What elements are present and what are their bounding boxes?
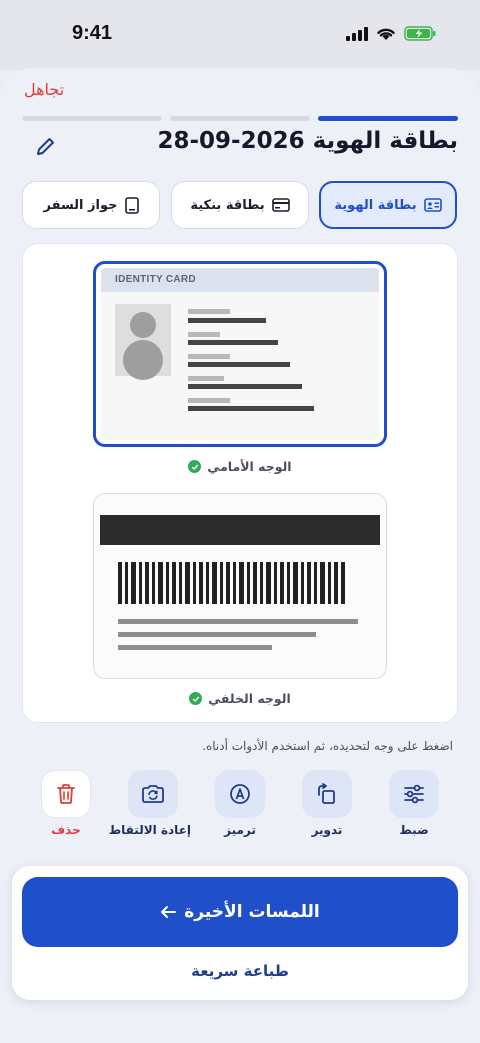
back-face-label: الوجه الخلفي [208,691,291,706]
progress-step-1 [318,116,458,121]
adjust-tool[interactable]: ضبط [376,770,450,840]
retake-button[interactable] [128,770,178,818]
rotate-icon [318,783,335,804]
tab-passport-label: جواز السفر [43,197,118,213]
delete-tool[interactable]: حذف [28,770,102,840]
barcode-graphic [118,562,345,604]
card-front-face[interactable]: IDENTITY CARD [93,261,387,447]
front-verified-check-icon [188,460,202,473]
markup-icon [230,784,250,804]
step-progress [22,116,458,121]
document-type-tabs: بطاقة الهوية بطاقة بنكية جواز السفر [22,181,458,229]
trash-icon [57,784,75,804]
delete-label: حذف [51,823,81,837]
rotate-label: تدوير [311,823,343,837]
magnetic-strip [100,515,380,545]
quick-print-button[interactable]: طباعة سريعة [0,962,480,980]
sliders-icon [404,784,424,804]
page-title: بطاقة الهوية 2026-09-28 [157,128,458,154]
adjust-label: ضبط [399,823,429,837]
back-face-caption: الوجه الخلفي [0,691,480,706]
back-verified-check-icon [189,692,203,705]
tab-bank-card-label: بطاقة بنكية [190,197,265,213]
arrow-left-icon [161,906,177,918]
edit-title-icon[interactable] [34,134,58,158]
retake-camera-icon [142,785,164,803]
dismiss-button[interactable]: تجاهل [24,80,64,99]
tab-passport[interactable]: جواز السفر [22,181,160,229]
instruction-hint: اضغط على وجه لتحديده، ثم استخدم الأدوات … [202,739,453,753]
status-bar: 9:41 [0,0,480,70]
passport-icon [124,196,139,214]
battery-icon [404,26,436,41]
wifi-icon [377,28,395,40]
edit-toolbar: ضبط تدوير ترميز إعادة الالتقاط حذف [22,770,458,840]
credit-card-icon [271,198,290,212]
front-face-label: الوجه الأمامي [207,459,292,474]
rotate-tool[interactable]: تدوير [289,770,363,840]
tab-id-card-label: بطاقة الهوية [334,197,417,213]
finishing-touches-label: اللمسات الأخيرة [184,902,320,922]
tab-bank-card[interactable]: بطاقة بنكية [171,181,309,229]
retake-label: إعادة الالتقاط [108,823,191,837]
card-front-preview: IDENTITY CARD [101,268,379,440]
title-row: بطاقة الهوية 2026-09-28 [22,128,458,164]
card-back-face[interactable] [93,493,387,679]
id-card-icon [423,198,442,212]
front-face-caption: الوجه الأمامي [0,459,480,474]
status-time: 9:41 [72,22,113,44]
delete-button[interactable] [41,770,91,818]
markup-tool[interactable]: ترميز [202,770,276,840]
progress-step-3 [22,116,162,121]
card-header-text: IDENTITY CARD [101,268,379,292]
status-icons [346,26,436,41]
finishing-touches-button[interactable]: اللمسات الأخيرة [22,877,458,947]
markup-button[interactable] [215,770,265,818]
rotate-button[interactable] [302,770,352,818]
adjust-button[interactable] [389,770,439,818]
signal-icon [346,26,368,41]
markup-label: ترميز [224,823,256,837]
tab-id-card[interactable]: بطاقة الهوية [319,181,457,229]
id-photo-placeholder [115,304,171,380]
retake-tool[interactable]: إعادة الالتقاط [108,770,191,840]
progress-step-2 [170,116,310,121]
